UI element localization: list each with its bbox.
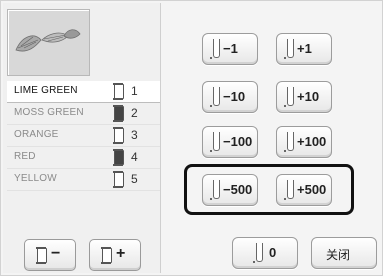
button-label: −100 xyxy=(223,134,253,149)
previous-color-button[interactable]: − xyxy=(24,239,76,271)
button-label: 0 xyxy=(269,245,277,260)
thread-spool-icon xyxy=(113,127,124,144)
color-number: 1 xyxy=(131,84,138,98)
needle-plus-10-button[interactable]: +10 xyxy=(276,81,332,113)
button-label: +500 xyxy=(297,182,327,197)
next-color-button[interactable]: + xyxy=(89,239,141,271)
color-name: ORANGE xyxy=(14,129,59,140)
needle-minus-1-button[interactable]: −1 xyxy=(202,33,258,65)
needle-icon xyxy=(284,87,294,107)
color-name: LIME GREEN xyxy=(14,85,78,96)
needle-plus-100-button[interactable]: +100 xyxy=(276,126,332,158)
needle-icon xyxy=(253,243,263,263)
button-label: +100 xyxy=(297,134,327,149)
thread-spool-icon xyxy=(36,247,47,264)
color-name: MOSS GREEN xyxy=(14,107,84,118)
left-panel: LIME GREEN 1 MOSS GREEN 2 ORANGE 3 RED 4… xyxy=(3,3,161,273)
needle-icon xyxy=(210,180,220,200)
close-label: 关闭 xyxy=(326,248,351,262)
color-row-2[interactable]: MOSS GREEN 2 xyxy=(7,103,160,125)
color-name: YELLOW xyxy=(14,173,57,184)
needle-minus-10-button[interactable]: −10 xyxy=(202,81,258,113)
embroidery-stitch-navigation-screen: LIME GREEN 1 MOSS GREEN 2 ORANGE 3 RED 4… xyxy=(1,1,382,275)
color-row-1[interactable]: LIME GREEN 1 xyxy=(7,81,160,103)
thread-spool-icon xyxy=(113,171,124,188)
needle-icon xyxy=(284,180,294,200)
color-number: 4 xyxy=(131,150,138,164)
thread-spool-icon xyxy=(113,105,124,122)
needle-icon xyxy=(210,87,220,107)
thread-spool-icon xyxy=(113,83,124,100)
minus-label: − xyxy=(51,245,61,262)
button-label: −10 xyxy=(223,89,246,104)
plus-label: + xyxy=(116,245,126,262)
needle-icon xyxy=(284,39,294,59)
needle-zero-button[interactable]: 0 xyxy=(232,237,298,269)
thread-color-list: LIME GREEN 1 MOSS GREEN 2 ORANGE 3 RED 4… xyxy=(7,81,160,191)
color-row-4[interactable]: RED 4 xyxy=(7,147,160,169)
thread-spool-icon xyxy=(101,247,112,264)
button-label: +10 xyxy=(297,89,320,104)
thread-spool-icon xyxy=(113,149,124,166)
needle-icon xyxy=(210,132,220,152)
needle-icon xyxy=(210,39,220,59)
close-button[interactable]: 关闭 xyxy=(311,237,377,269)
button-label: +1 xyxy=(297,41,312,56)
color-number: 5 xyxy=(131,172,138,186)
color-number: 2 xyxy=(131,106,138,120)
color-number: 3 xyxy=(131,128,138,142)
needle-minus-500-button[interactable]: −500 xyxy=(202,174,258,206)
embroidery-design-image xyxy=(15,29,81,52)
needle-icon xyxy=(284,132,294,152)
color-row-3[interactable]: ORANGE 3 xyxy=(7,125,160,147)
color-name: RED xyxy=(14,151,36,162)
needle-plus-500-button[interactable]: +500 xyxy=(276,174,332,206)
needle-plus-1-button[interactable]: +1 xyxy=(276,33,332,65)
button-label: −500 xyxy=(223,182,253,197)
button-label: −1 xyxy=(223,41,238,56)
needle-minus-100-button[interactable]: −100 xyxy=(202,126,258,158)
color-row-5[interactable]: YELLOW 5 xyxy=(7,169,160,191)
embroidery-preview xyxy=(7,9,90,76)
